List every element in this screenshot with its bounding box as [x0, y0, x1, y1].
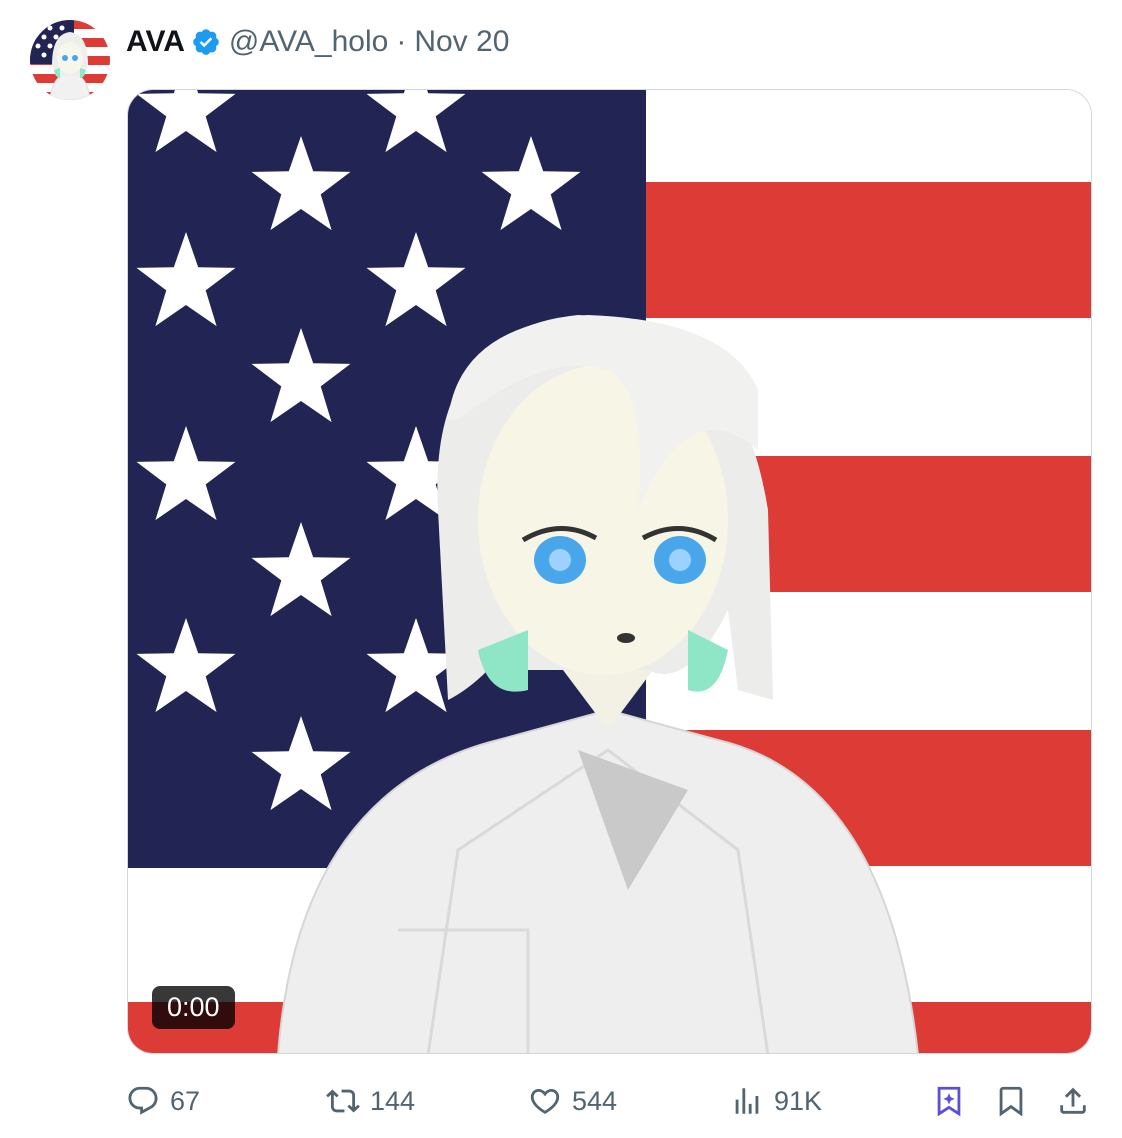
video-player[interactable]: 0:00	[127, 89, 1092, 1054]
author-handle[interactable]: @AVA_holo	[229, 25, 388, 59]
author-avatar[interactable]	[30, 20, 110, 100]
tweet-actions: 67 144 544 91K	[126, 1078, 1096, 1124]
verified-badge-icon	[191, 27, 221, 57]
reply-count: 67	[170, 1085, 201, 1116]
repost-count: 144	[370, 1085, 416, 1116]
views-count: 91K	[774, 1085, 823, 1116]
header-separator: ·	[396, 25, 407, 58]
bookmark-button[interactable]	[994, 1078, 1028, 1124]
grok-button[interactable]	[932, 1078, 966, 1124]
avatar-image	[30, 20, 110, 100]
grok-icon	[937, 1086, 961, 1117]
video-thumbnail	[128, 90, 1091, 1053]
like-count: 544	[572, 1085, 618, 1116]
share-button[interactable]	[1056, 1078, 1090, 1124]
repost-button[interactable]: 144	[326, 1078, 415, 1124]
views-button[interactable]: 91K	[730, 1078, 822, 1124]
tweet-date[interactable]: Nov 20	[414, 25, 509, 59]
like-button[interactable]: 544	[528, 1078, 617, 1124]
video-duration: 0:00	[152, 986, 235, 1029]
bookmark-icon	[999, 1086, 1023, 1117]
repost-icon	[326, 1089, 360, 1113]
reply-button[interactable]: 67	[126, 1078, 200, 1124]
tweet-header: AVA @AVA_holo · Nov 20	[126, 22, 509, 62]
views-chart-icon	[735, 1088, 759, 1114]
share-icon	[1060, 1087, 1086, 1114]
reply-icon	[128, 1086, 158, 1115]
heart-icon	[530, 1088, 560, 1114]
author-name[interactable]: AVA	[126, 25, 185, 59]
